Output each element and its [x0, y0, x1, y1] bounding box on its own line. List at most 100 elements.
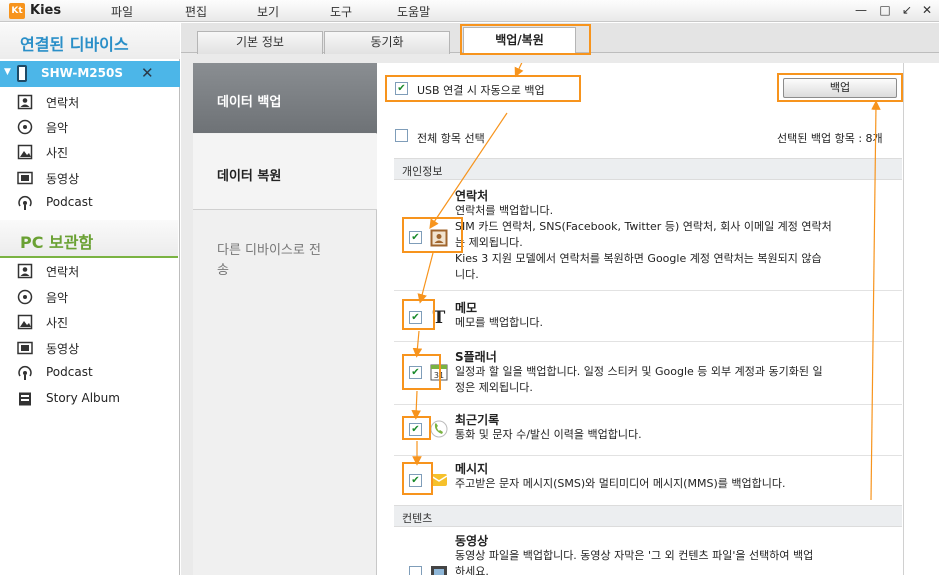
list-item-call-log[interactable]: ✔ 최근기록 통화 및 문자 수/발신 이력을 백업합니다.	[394, 406, 902, 456]
tab-sync[interactable]: 동기화	[324, 31, 450, 54]
entry-desc: 통화 및 문자 수/발신 이력을 백업합니다.	[455, 428, 642, 441]
sidebar-item-label: 사진	[46, 146, 69, 160]
nav-data-backup[interactable]: 데이터 백업	[193, 63, 377, 133]
title-bar: Kt Kies 파일 편집 보기 도구 도움말 — □ ↙ ✕	[0, 0, 939, 22]
sidebar-item-device-photos[interactable]: 사진	[0, 140, 176, 164]
sidebar-item-pc-videos[interactable]: 동영상	[0, 336, 176, 360]
photo-icon	[17, 144, 33, 160]
backup-subnav: 데이터 백업 데이터 복원 다른 디바이스로 전 송	[193, 63, 377, 575]
photo-icon	[17, 314, 33, 330]
tab-basic-info[interactable]: 기본 정보	[197, 31, 323, 54]
menu-help[interactable]: 도움말	[397, 3, 430, 20]
menu-edit[interactable]: 편집	[185, 3, 207, 20]
menu-file[interactable]: 파일	[111, 3, 133, 20]
entry-desc: 주고받은 문자 메시지(SMS)와 멀티미디어 메시지(MMS)를 백업합니다.	[455, 477, 786, 490]
sidebar-item-label: 사진	[46, 316, 69, 330]
list-item-videos[interactable]: ✔ 동영상 동영상 파일을 백업합니다. 동영상 자막은 '그 외 컨텐츠 파일…	[394, 528, 902, 575]
panel-right-edge	[903, 63, 904, 575]
entry-desc: 연락처를 백업합니다. SIM 카드 연락처, SNS(Facebook, Tw…	[455, 204, 832, 281]
sidebar-item-label: 동영상	[46, 342, 80, 356]
connected-devices-title: 연결된 디바이스	[20, 35, 129, 54]
highlight-backup-button	[777, 73, 903, 102]
music-icon	[17, 289, 33, 305]
nav-label: 데이터 백업	[217, 95, 282, 110]
sidebar: 연결된 디바이스 ▼ SHW-M250S ✕ 연락처 음악 사진 동영상 Pod…	[0, 23, 180, 575]
sidebar-item-pc-photos[interactable]: 사진	[0, 310, 176, 334]
sidebar-item-device-contacts[interactable]: 연락처	[0, 90, 176, 114]
sidebar-item-label: 음악	[46, 121, 69, 135]
videos-checkbox[interactable]: ✔	[409, 566, 422, 575]
nav-data-restore[interactable]: 데이터 복원	[193, 134, 377, 210]
selected-count-label: 선택된 백업 항목 : 8개	[777, 132, 883, 145]
select-all-checkbox[interactable]: ✔	[395, 129, 408, 142]
mini-mode-icon[interactable]: ↙	[898, 2, 916, 18]
video-file-icon	[430, 564, 448, 575]
maximize-icon[interactable]: □	[876, 2, 894, 18]
menu-view[interactable]: 보기	[257, 3, 279, 20]
device-item-shw-m250s[interactable]: ▼ SHW-M250S ✕	[0, 61, 180, 87]
sidebar-item-label: 음악	[46, 291, 69, 305]
nav-label-line1: 다른 디바이스로 전	[217, 243, 321, 258]
entry-title: 연락처	[455, 189, 489, 203]
minimize-icon[interactable]: —	[852, 2, 870, 18]
sidebar-item-pc-contacts[interactable]: 연락처	[0, 259, 176, 283]
entry-desc: 메모를 백업합니다.	[455, 316, 543, 329]
connected-devices-header: 연결된 디바이스	[0, 23, 180, 59]
entry-title: S플래너	[455, 350, 497, 364]
sidebar-item-label: 연락처	[46, 96, 80, 110]
sidebar-item-device-podcast[interactable]: Podcast	[0, 191, 176, 215]
sidebar-item-label: Story Album	[46, 391, 120, 405]
entry-desc: 일정과 할 일을 백업합니다. 일정 스티커 및 Google 등 외부 계정과…	[455, 365, 823, 394]
call-log-icon	[430, 420, 448, 438]
sidebar-item-label: Podcast	[46, 365, 93, 379]
nav-label-line2: 송	[217, 263, 229, 278]
sidebar-item-pc-podcast[interactable]: Podcast	[0, 361, 176, 385]
entry-title: 메시지	[455, 462, 489, 476]
pc-library-title: PC 보관함	[20, 233, 94, 252]
disconnect-icon[interactable]: ✕	[141, 64, 154, 82]
highlight-auto-backup	[385, 75, 581, 102]
highlight-memo	[402, 299, 435, 330]
entry-desc: 동영상 파일을 백업합니다. 동영상 자막은 '그 외 컨텐츠 파일'을 선택하…	[455, 549, 814, 575]
music-icon	[17, 119, 33, 135]
sidebar-item-pc-story-album[interactable]: Story Album	[0, 387, 176, 411]
close-window-icon[interactable]: ✕	[918, 2, 936, 18]
sidebar-item-pc-music[interactable]: 음악	[0, 285, 176, 309]
menu-tools[interactable]: 도구	[330, 3, 352, 20]
list-item-messages[interactable]: ✔ 메시지 주고받은 문자 메시지(SMS)와 멀티미디어 메시지(MMS)를 …	[394, 457, 902, 507]
device-name: SHW-M250S	[41, 66, 123, 80]
kies-logo-icon: Kt	[9, 3, 25, 19]
phone-icon	[17, 65, 27, 82]
sidebar-item-label: Podcast	[46, 195, 93, 209]
nav-label: 데이터 복원	[217, 169, 282, 184]
entry-title: 메모	[455, 301, 478, 315]
group-label: 개인정보	[402, 165, 443, 178]
contacts-icon	[17, 94, 33, 110]
contacts-icon	[17, 263, 33, 279]
highlight-call-log	[402, 416, 431, 440]
list-item-contacts[interactable]: ✔ 연락처 연락처를 백업합니다. SIM 카드 연락처, SNS(Facebo…	[394, 181, 902, 291]
list-item-s-planner[interactable]: ✔ 31 S플래너 일정과 할 일을 백업합니다. 일정 스티커 및 Googl…	[394, 343, 902, 405]
app-title: Kies	[30, 3, 62, 18]
video-icon	[17, 340, 33, 356]
sidebar-item-label: 동영상	[46, 172, 80, 186]
select-all-label: 전체 항목 선택	[417, 132, 485, 145]
podcast-icon	[17, 365, 33, 381]
expand-arrow-icon[interactable]: ▼	[4, 67, 11, 77]
highlight-messages	[402, 462, 433, 495]
pc-library-header: PC 보관함	[0, 220, 178, 258]
podcast-icon	[17, 195, 33, 211]
backup-panel: ✔ USB 연결 시 자동으로 백업 백업 ✔ 전체 항목 선택 선택된 백업 …	[377, 63, 939, 575]
sidebar-item-label: 연락처	[46, 265, 80, 279]
video-icon	[17, 170, 33, 186]
album-icon	[17, 391, 33, 407]
group-contents: 컨텐츠	[394, 505, 902, 527]
sidebar-item-device-videos[interactable]: 동영상	[0, 166, 176, 190]
entry-title: 동영상	[455, 534, 489, 548]
content-area: 기본 정보 동기화 백업/복원 데이터 백업 데이터 복원 다른 디바이스로 전…	[181, 23, 939, 575]
group-label: 컨텐츠	[402, 512, 433, 525]
highlight-tab-backup	[460, 24, 591, 55]
sidebar-item-device-music[interactable]: 음악	[0, 115, 176, 139]
list-item-memo[interactable]: ✔ T 메모 메모를 백업합니다.	[394, 292, 902, 342]
nav-transfer-device[interactable]: 다른 디바이스로 전 송	[193, 211, 377, 291]
